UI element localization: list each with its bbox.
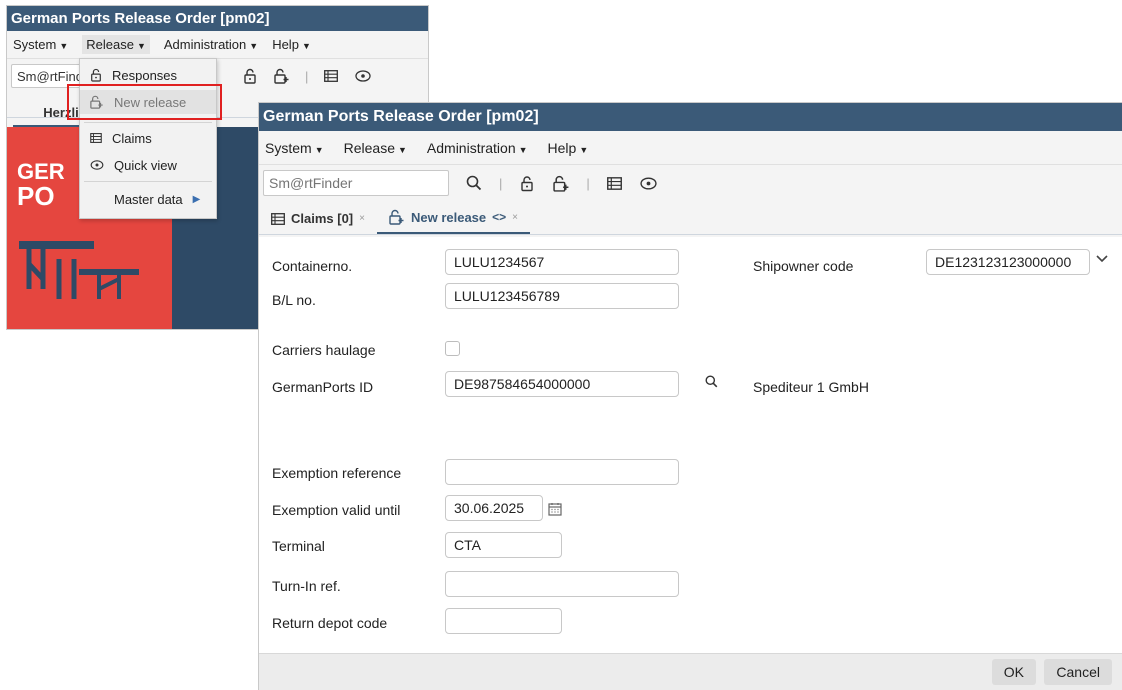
terminal-input[interactable]: CTA [445,532,562,558]
menu-administration[interactable]: Administration ▼ [427,140,528,156]
back-menu-release[interactable]: Release ▼ [82,35,150,54]
new-release-form: Containerno. LULU1234567 Shipowner code … [259,237,1122,654]
front-tabsbar: Claims [0] × New release <> × [259,201,1122,235]
menu-item-quick-view[interactable]: Quick view [80,153,216,177]
exemption-valid-until-label: Exemption valid until [272,502,401,518]
lock-plus-icon [389,209,405,225]
list-icon[interactable] [606,174,624,192]
menu-item-claims[interactable]: Claims [80,126,216,150]
menu-item-master-data[interactable]: Master data ▶ [80,187,216,211]
search-icon[interactable] [705,375,718,388]
crane-graphic [19,241,139,299]
chevron-right-icon: ▶ [192,193,201,205]
back-window-title: German Ports Release Order [pm02] [7,6,428,31]
shipowner-code-label: Shipowner code [753,258,854,274]
lock-plus-icon[interactable] [552,174,570,192]
smartfinder-search-input[interactable] [263,170,449,196]
lock-plus-icon[interactable] [273,67,291,85]
return-depot-code-label: Return depot code [272,615,388,631]
back-menubar: System ▼ Release ▼ Administration ▼ Help ▼ [7,31,428,59]
return-depot-code-input[interactable] [445,608,562,634]
exemption-valid-until-input[interactable]: 30.06.2025 [445,495,543,521]
carriers-haulage-label: Carriers haulage [272,342,376,358]
shipowner-code-select[interactable]: DE123123123000000 [926,249,1090,275]
search-icon[interactable] [465,174,483,192]
bl-no-label: B/L no. [272,292,316,308]
exemption-reference-label: Exemption reference [272,465,402,481]
calendar-icon[interactable] [548,502,562,516]
tab-close-icon[interactable]: × [359,213,365,224]
new-release-highlight-box [67,84,222,120]
list-icon [271,212,285,225]
form-footer: OK Cancel [259,653,1122,690]
eye-icon [90,160,104,170]
front-window: German Ports Release Order [pm02] System… [258,102,1122,690]
release-dropdown-menu: Responses New release Claims Quick view … [79,58,217,219]
list-icon [90,133,102,143]
terminal-label: Terminal [272,538,325,554]
toolbar-separator: | [586,175,590,191]
front-menubar: System ▼ Release ▼ Administration ▼ Help ▼ [259,131,1122,165]
tab-new-release[interactable]: New release <> × [376,202,531,234]
menu-separator [84,181,212,182]
chevron-down-icon[interactable] [1096,255,1108,263]
exemption-reference-input[interactable] [445,459,679,485]
menu-separator [84,122,212,123]
toolbar-separator: | [499,175,503,191]
germanports-company-name: Spediteur 1 GmbH [753,379,869,395]
lock-icon[interactable] [518,174,536,192]
menu-system[interactable]: System ▼ [265,140,324,156]
containerno-label: Containerno. [272,258,353,274]
eye-icon[interactable] [640,174,658,192]
ok-button[interactable]: OK [991,659,1036,685]
back-menu-administration[interactable]: Administration ▼ [164,37,258,52]
cancel-button[interactable]: Cancel [1044,659,1112,685]
menu-release[interactable]: Release ▼ [344,140,407,156]
list-icon[interactable] [322,67,340,85]
turn-in-ref-input[interactable] [445,571,679,597]
lock-icon [90,68,102,82]
germanports-id-input[interactable]: DE987584654000000 [445,371,679,397]
bl-no-input[interactable]: LULU123456789 [445,283,679,309]
toolbar-separator: | [305,68,309,84]
carriers-haulage-checkbox[interactable] [445,341,460,356]
tab-close-icon[interactable]: × [512,212,518,223]
back-menu-system[interactable]: System ▼ [13,37,68,52]
lock-icon[interactable] [241,67,259,85]
code-icon: <> [492,210,507,224]
germanports-id-label: GermanPorts ID [272,379,374,395]
back-menu-help[interactable]: Help ▼ [272,37,311,52]
front-window-title: German Ports Release Order [pm02] [259,103,1122,131]
menu-help[interactable]: Help ▼ [548,140,589,156]
tab-claims[interactable]: Claims [0] × [259,203,377,234]
containerno-input[interactable]: LULU1234567 [445,249,679,275]
eye-icon[interactable] [354,67,372,85]
front-toolbar: | | [259,165,1122,201]
turn-in-ref-label: Turn-In ref. [272,578,341,594]
